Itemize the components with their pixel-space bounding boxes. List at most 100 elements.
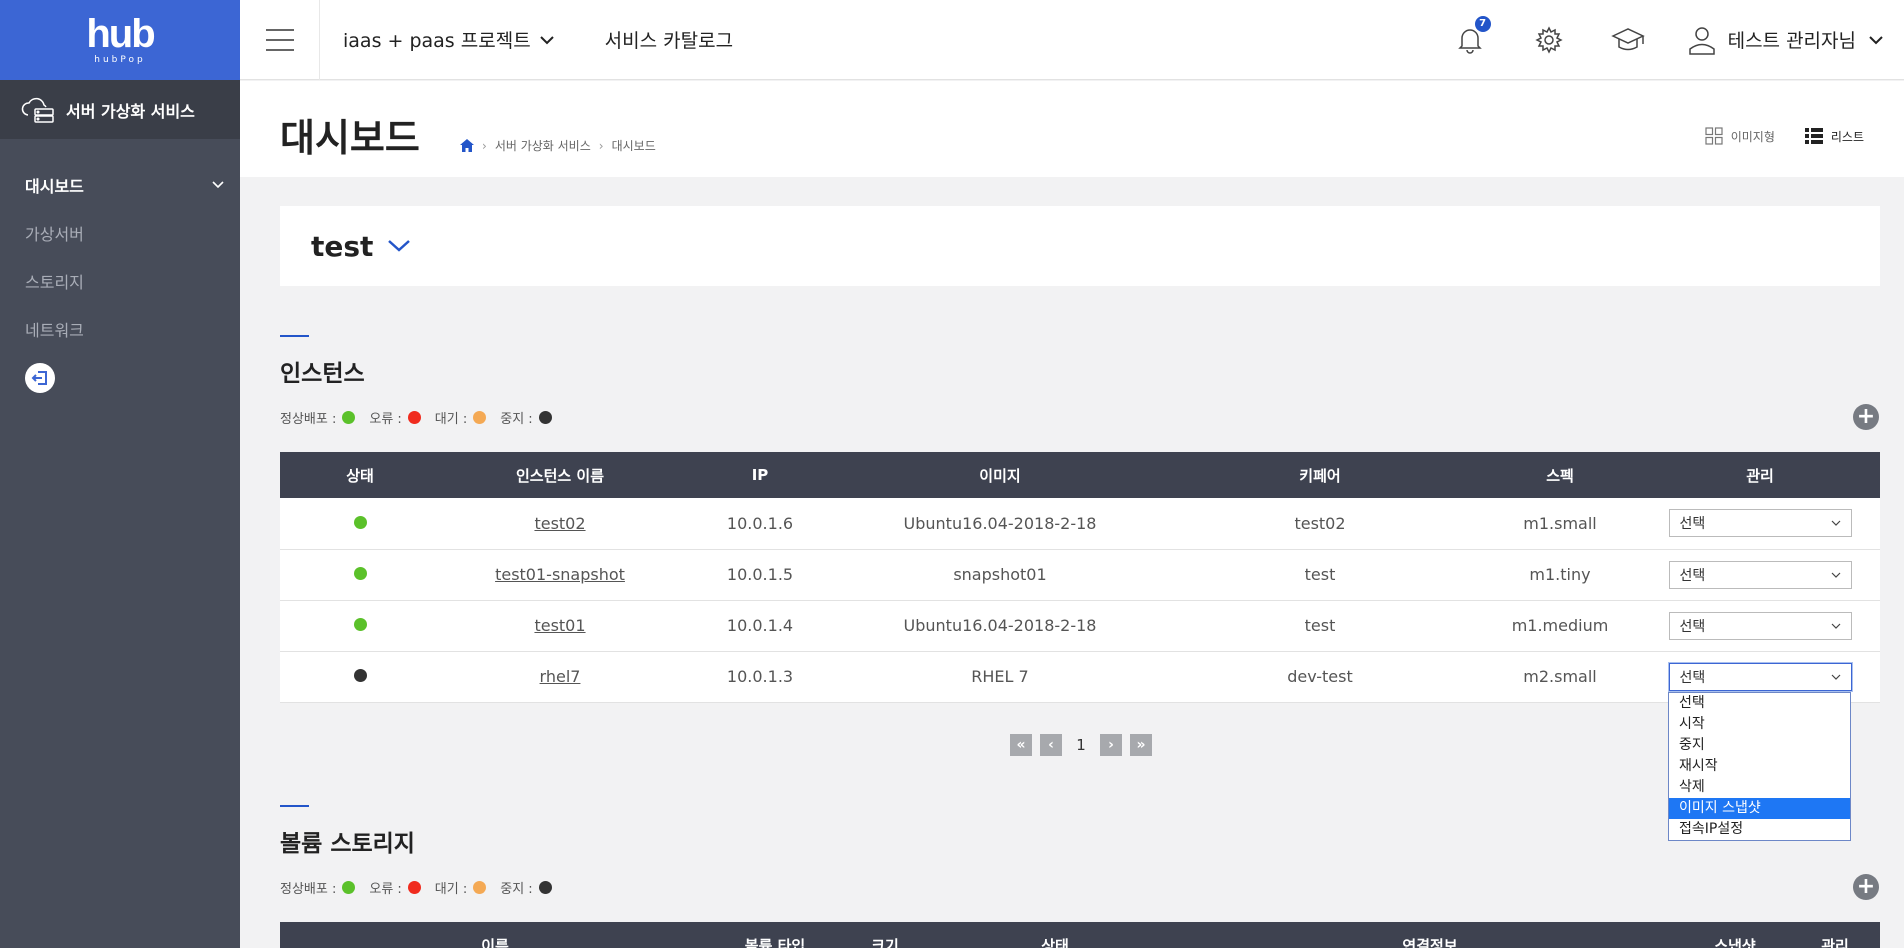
first-page-button[interactable]: « xyxy=(1010,734,1032,756)
legend-dot-stopped xyxy=(538,411,552,424)
manage-select[interactable]: 선택 xyxy=(1668,662,1852,691)
ip-cell: 10.0.1.3 xyxy=(680,651,840,703)
section-accent-line xyxy=(280,805,309,807)
dropdown-option[interactable]: 재시작 xyxy=(1669,756,1850,777)
volumes-table: 이름 볼륨 타입 크기 상태 연결정보 스냅샷 관리 xyxy=(280,922,1880,948)
logo[interactable]: hub hubPop xyxy=(0,0,240,80)
sidebar-item-storage[interactable]: 스토리지 xyxy=(0,257,240,305)
sidebar-item-dashboard[interactable]: 대시보드 xyxy=(0,161,240,209)
table-header-row: 상태 인스턴스 이름 IP 이미지 키페어 스펙 관리 xyxy=(280,452,1880,498)
ip-cell: 10.0.1.5 xyxy=(680,549,840,601)
sidebar-item-label: 가상서버 xyxy=(25,225,84,244)
dropdown-option[interactable]: 중지 xyxy=(1669,735,1850,756)
legend-label: 대기 : xyxy=(434,412,468,427)
instance-link[interactable]: test01 xyxy=(534,616,585,635)
spec-cell: m1.tiny xyxy=(1480,549,1640,601)
top-bar: iaas + paas 프로젝트 서비스 카탈로그 7 테스트 관리자님 xyxy=(240,0,1904,80)
last-page-button[interactable]: » xyxy=(1130,734,1152,756)
keypair-cell: test xyxy=(1160,549,1480,601)
keypair-cell: test xyxy=(1160,600,1480,652)
legend-dot-error xyxy=(407,411,421,424)
legend-label: 중지 : xyxy=(500,412,533,427)
image-cell: snapshot01 xyxy=(840,549,1160,601)
legend-label: 오류 : xyxy=(369,882,402,897)
legend-label: 정상배포 : xyxy=(280,882,337,897)
top-bar-actions: 7 테스트 관리자님 xyxy=(1431,15,1904,55)
status-dot xyxy=(353,669,367,682)
legend-dot-waiting xyxy=(473,881,487,894)
logout-button[interactable] xyxy=(25,363,55,393)
section-accent-line xyxy=(280,335,309,337)
dropdown-option[interactable]: 시작 xyxy=(1669,714,1850,735)
column-header: 상태 xyxy=(930,922,1180,948)
add-instance-button[interactable]: + xyxy=(1853,404,1879,430)
table-header-row: 이름 볼륨 타입 크기 상태 연결정보 스냅샷 관리 xyxy=(280,922,1880,948)
selected-project-name: test xyxy=(311,229,374,263)
dropdown-option[interactable]: 삭제 xyxy=(1669,777,1850,798)
sidebar-item-virtual-server[interactable]: 가상서버 xyxy=(0,209,240,257)
dropdown-option[interactable]: 접속IP설정 xyxy=(1669,819,1850,840)
manage-select[interactable]: 선택 xyxy=(1668,509,1852,538)
home-icon[interactable] xyxy=(460,139,474,152)
list-icon xyxy=(1804,128,1823,144)
legend-label: 중지 : xyxy=(500,882,533,897)
project-selector[interactable]: iaas + paas 프로젝트 xyxy=(343,26,555,53)
keypair-cell: dev-test xyxy=(1160,651,1480,703)
notification-badge: 7 xyxy=(1474,15,1491,32)
add-volume-button[interactable]: + xyxy=(1853,874,1879,900)
sidebar-item-network[interactable]: 네트워크 xyxy=(0,305,240,353)
current-page[interactable]: 1 xyxy=(1070,736,1092,754)
project-dropdown[interactable]: test xyxy=(280,206,1880,286)
select-value: 선택 xyxy=(1679,516,1706,533)
dropdown-option[interactable]: 선택 xyxy=(1669,693,1850,714)
service-header: 서버 가상화 서비스 xyxy=(0,80,240,139)
legend-label: 오류 : xyxy=(369,412,402,427)
manage-select[interactable]: 선택 xyxy=(1668,560,1852,589)
instance-link[interactable]: test02 xyxy=(534,514,585,533)
chevron-down-icon xyxy=(1831,674,1840,680)
breadcrumb-separator: › xyxy=(482,138,487,153)
education-button[interactable] xyxy=(1589,26,1668,54)
prev-page-button[interactable]: ‹ xyxy=(1040,734,1062,756)
breadcrumb-item[interactable]: 대시보드 xyxy=(612,137,656,154)
page-title: 대시보드 xyxy=(280,116,420,160)
breadcrumb-separator: › xyxy=(598,138,604,153)
chevron-down-icon xyxy=(1831,623,1840,629)
menu-toggle-button[interactable] xyxy=(240,0,320,80)
status-cell xyxy=(280,651,440,703)
table-row: test01 10.0.1.4 Ubuntu16.04-2018-2-18 te… xyxy=(280,600,1880,652)
view-image-button[interactable]: 이미지형 xyxy=(1705,127,1775,145)
instance-link[interactable]: test01-snapshot xyxy=(495,565,625,584)
view-image-label: 이미지형 xyxy=(1730,129,1775,144)
graduation-cap-icon xyxy=(1611,27,1645,50)
column-header: 볼륨 타입 xyxy=(710,922,840,948)
service-catalog-link[interactable]: 서비스 카탈로그 xyxy=(605,26,733,53)
ip-cell: 10.0.1.6 xyxy=(680,498,840,550)
notification-button[interactable]: 7 xyxy=(1431,15,1510,54)
name-cell: rhel7 xyxy=(440,651,680,703)
column-header: 이름 xyxy=(280,922,710,948)
name-cell: test02 xyxy=(440,498,680,550)
status-dot xyxy=(353,515,367,529)
user-menu[interactable]: 테스트 관리자님 xyxy=(1688,25,1884,55)
chevron-down-icon xyxy=(212,181,224,189)
view-list-button[interactable]: 리스트 xyxy=(1804,128,1864,145)
user-name: 테스트 관리자님 xyxy=(1727,30,1856,52)
name-cell: test01-snapshot xyxy=(440,549,680,601)
legend-label: 정상배포 : xyxy=(280,412,337,427)
breadcrumb-item[interactable]: 서버 가상화 서비스 xyxy=(495,137,591,154)
manage-cell: 선택 xyxy=(1640,549,1880,601)
next-page-button[interactable]: › xyxy=(1100,734,1122,756)
instance-link[interactable]: rhel7 xyxy=(540,667,581,686)
manage-select[interactable]: 선택 xyxy=(1668,611,1852,640)
instances-title: 인스턴스 xyxy=(280,361,365,387)
settings-button[interactable] xyxy=(1510,25,1589,54)
column-header: IP xyxy=(680,452,840,498)
legend-dot-normal xyxy=(342,411,356,424)
table-row: test01-snapshot 10.0.1.5 snapshot01 test… xyxy=(280,549,1880,601)
logout-icon xyxy=(31,371,47,385)
dropdown-option-highlighted[interactable]: 이미지 스냅샷 xyxy=(1669,798,1850,819)
status-dot xyxy=(353,567,367,580)
chevron-down-icon xyxy=(1869,35,1883,44)
column-header: 관리 xyxy=(1790,922,1880,948)
